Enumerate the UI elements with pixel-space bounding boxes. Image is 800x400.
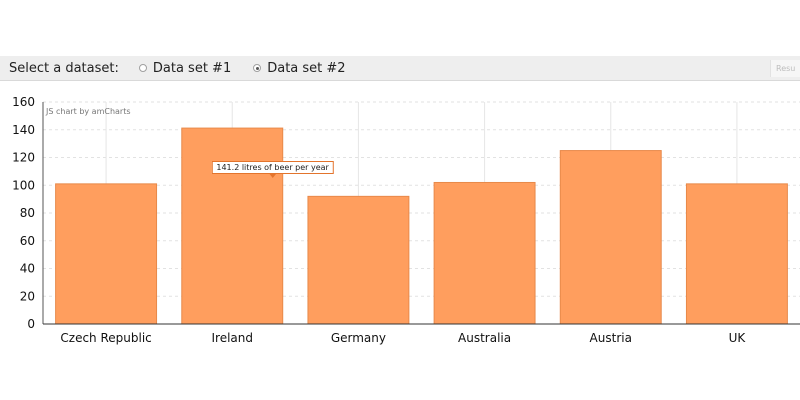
bar bbox=[307, 195, 410, 325]
radio-button-dataset-2[interactable] bbox=[253, 64, 262, 72]
bar bbox=[55, 183, 158, 325]
bar bbox=[433, 181, 536, 325]
y-tick-label: 40 bbox=[20, 262, 35, 276]
bar bbox=[559, 150, 662, 325]
beer-consumption-bar-chart: 0 20 40 60 80 100 120 140 160 Czech Republic Irela… bbox=[12, 95, 800, 345]
y-tick-label: 140 bbox=[12, 123, 35, 137]
chart-tooltip: 141.2 litres of beer per year bbox=[211, 160, 334, 178]
x-category-label: Ireland bbox=[211, 331, 253, 345]
radio-option-dataset-2[interactable]: Data set #2 bbox=[253, 60, 346, 76]
x-category-label: Austria bbox=[590, 331, 632, 345]
chart-credit: JS chart by amCharts bbox=[45, 107, 131, 116]
y-tick-label: 120 bbox=[12, 151, 35, 165]
radio-label-dataset-2: Data set #2 bbox=[267, 60, 346, 76]
dataset-toolbar: Select a dataset: Data set #1 Data set #… bbox=[0, 56, 800, 81]
y-tick-label: 160 bbox=[12, 95, 35, 109]
bar bbox=[685, 183, 788, 325]
y-tick-label: 100 bbox=[12, 178, 35, 192]
radio-option-dataset-1[interactable]: Data set #1 bbox=[138, 60, 232, 76]
result-tab[interactable]: Resu bbox=[770, 60, 800, 77]
x-category-label: Australia bbox=[458, 331, 511, 345]
y-tick-label: 80 bbox=[20, 206, 35, 220]
dataset-select-label: Select a dataset: bbox=[9, 60, 119, 76]
bar bbox=[181, 127, 284, 325]
radio-button-dataset-1[interactable] bbox=[138, 64, 147, 72]
y-tick-label: 60 bbox=[20, 234, 35, 248]
y-tick-label: 20 bbox=[20, 289, 35, 303]
radio-label-dataset-1: Data set #1 bbox=[152, 60, 232, 76]
y-tick-label: 0 bbox=[27, 317, 35, 331]
x-category-label: Germany bbox=[331, 331, 386, 345]
x-category-label: UK bbox=[729, 331, 747, 345]
x-category-label: Czech Republic bbox=[60, 331, 151, 345]
